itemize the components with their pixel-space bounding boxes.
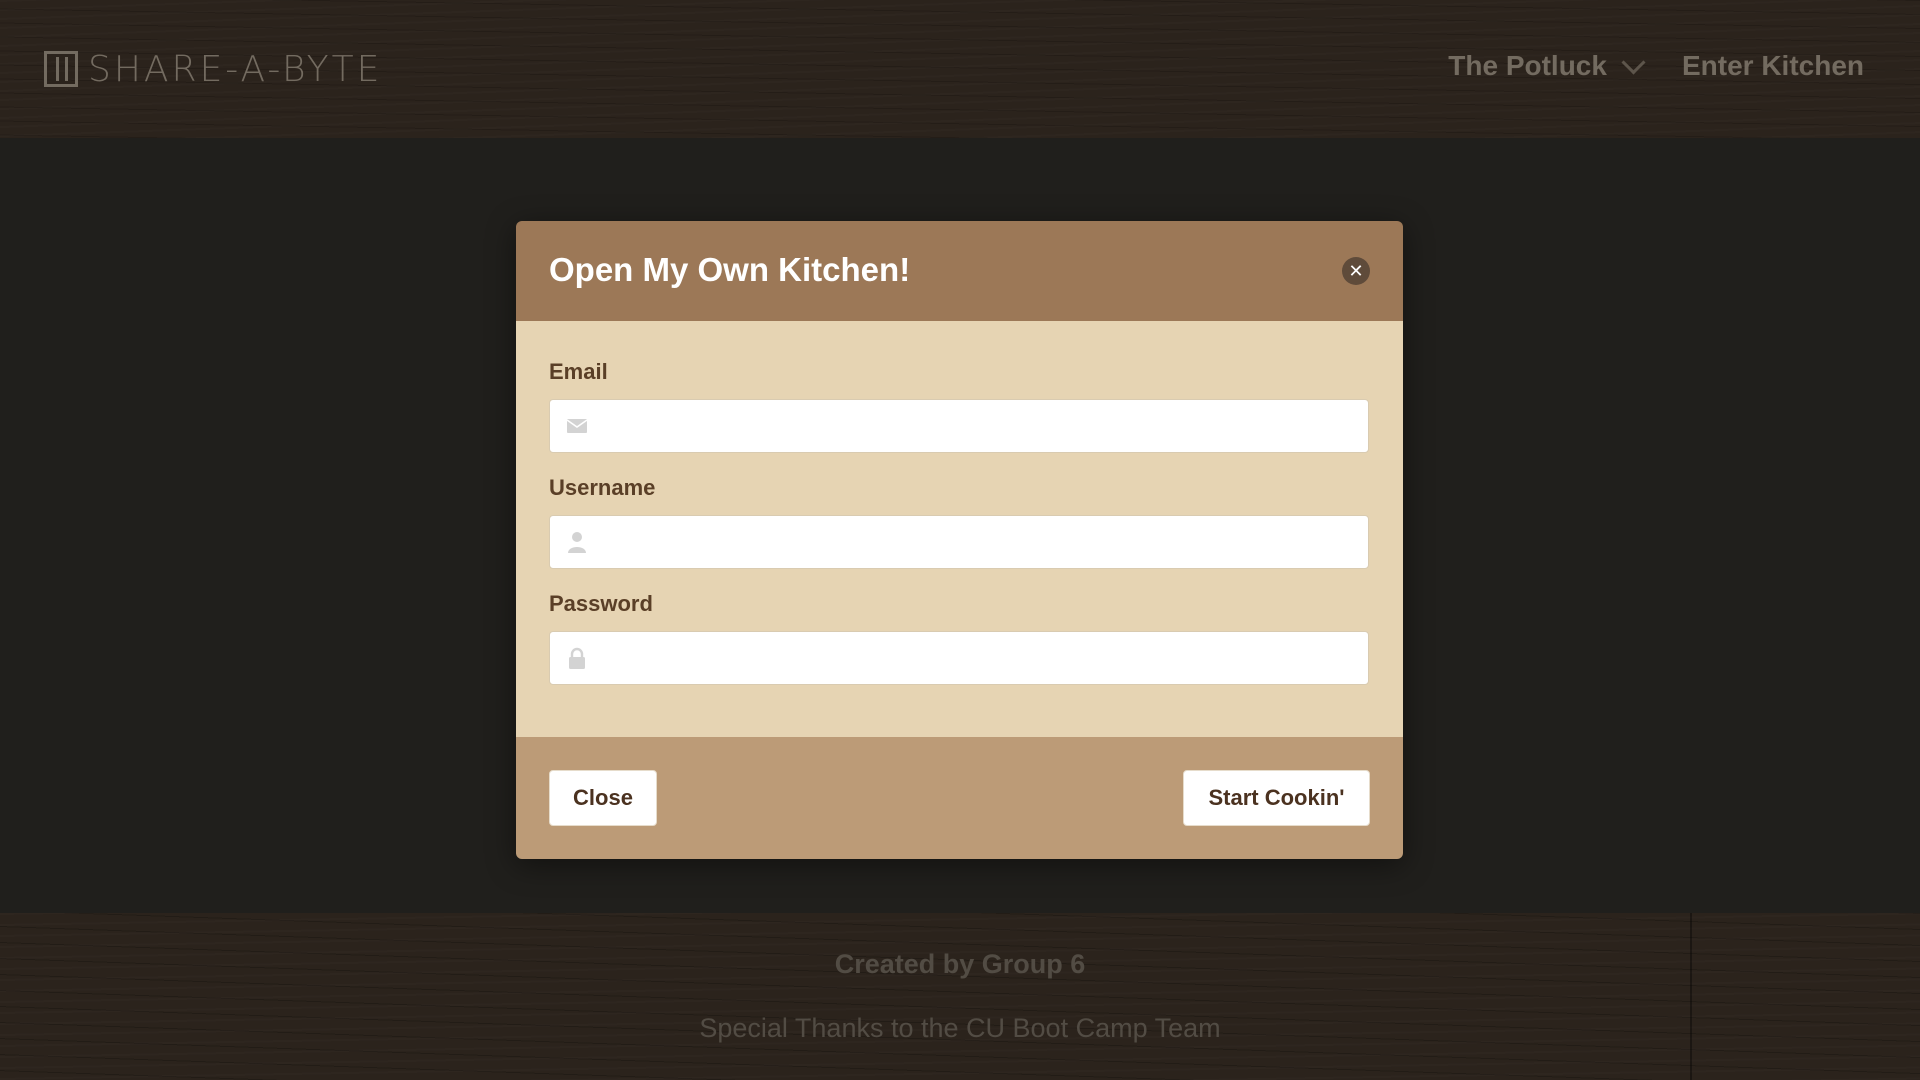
password-field[interactable]	[549, 631, 1369, 686]
password-input[interactable]	[602, 632, 1356, 686]
email-input[interactable]	[602, 400, 1356, 454]
modal-title: Open My Own Kitchen!	[549, 251, 911, 288]
close-button[interactable]: Close	[549, 770, 657, 826]
user-icon	[568, 532, 586, 553]
lock-icon	[569, 647, 585, 669]
email-label: Email	[549, 359, 608, 384]
start-cookin-button[interactable]: Start Cookin'	[1183, 770, 1370, 826]
signup-modal: Open My Own Kitchen! ✕ Email Username Pa…	[516, 221, 1403, 859]
close-icon[interactable]: ✕	[1342, 257, 1370, 285]
username-input[interactable]	[602, 516, 1356, 570]
password-label: Password	[549, 591, 653, 616]
username-label: Username	[549, 475, 656, 500]
modal-header: Open My Own Kitchen! ✕	[516, 221, 1403, 321]
username-field[interactable]	[549, 515, 1369, 570]
email-field[interactable]	[549, 399, 1369, 454]
envelope-icon	[566, 419, 588, 433]
modal-body: Email Username Password	[516, 321, 1403, 737]
modal-footer: Close Start Cookin'	[516, 737, 1403, 859]
